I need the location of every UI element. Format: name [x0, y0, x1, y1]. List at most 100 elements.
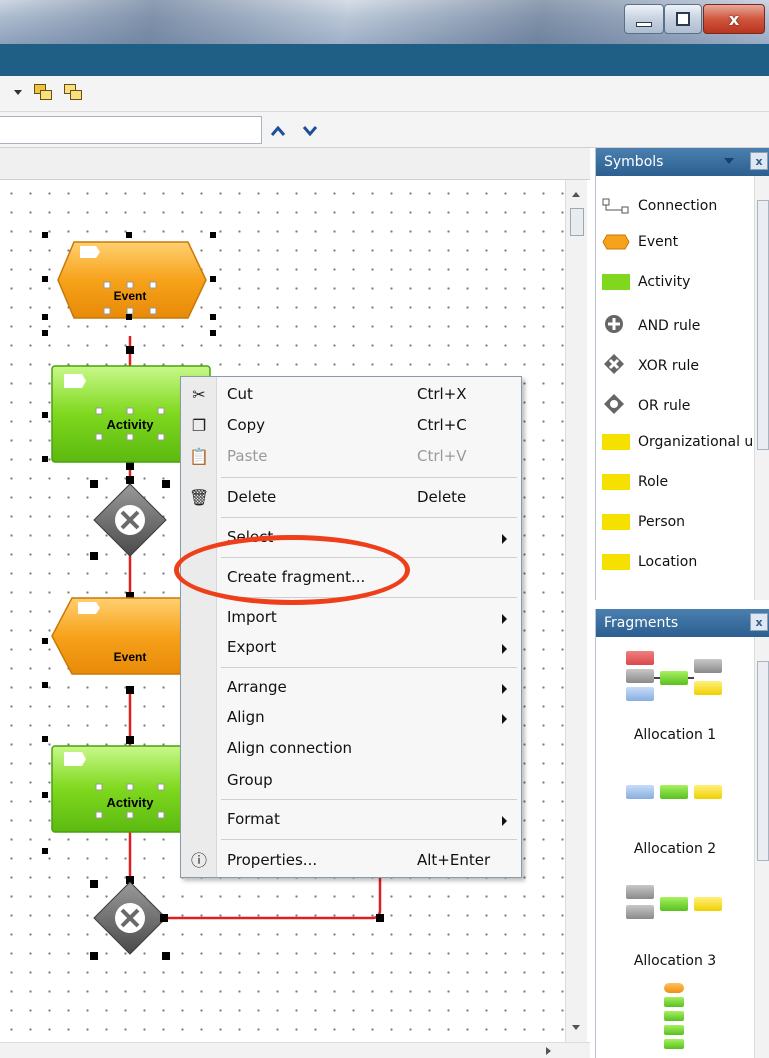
scroll-right-icon[interactable] — [546, 1047, 551, 1055]
symbol-item-activity[interactable]: Activity — [596, 264, 754, 300]
symbol-label: Location — [638, 554, 698, 570]
maximize-icon — [676, 12, 690, 26]
menu-item-label: Align — [227, 708, 265, 726]
symbol-label: OR rule — [638, 398, 691, 414]
symbol-label: Connection — [638, 198, 718, 214]
annotation-highlight-ellipse — [174, 535, 410, 605]
pane-title: Symbols — [604, 154, 664, 170]
menu-separator — [221, 799, 517, 800]
fragments-pane: Fragments x Allocation 1 Allocation 2 Al… — [595, 609, 769, 1058]
fragment-label: Allocation 1 — [633, 727, 717, 743]
canvas-vertical-scrollbar[interactable] — [565, 180, 587, 1042]
menu-item-group[interactable]: Group — [181, 766, 521, 796]
menu-item-label: Format — [227, 810, 280, 828]
menu-item-align[interactable]: Align — [181, 703, 521, 733]
pane-title: Fragments — [604, 615, 679, 631]
bring-to-front-icon[interactable] — [34, 84, 52, 100]
symbol-label: Event — [638, 234, 679, 250]
fragment-label: Allocation 3 — [633, 953, 717, 969]
fragment-item-allocation-2[interactable]: Allocation 2 — [596, 769, 754, 869]
symbol-item-person[interactable]: Person — [596, 504, 754, 540]
symbol-item-location[interactable]: Location — [596, 544, 754, 580]
person-icon — [602, 514, 630, 530]
fragments-scrollbar[interactable] — [754, 637, 769, 1058]
chevron-down-icon[interactable] — [302, 122, 318, 141]
menu-item-cut[interactable]: ✂ Cut Ctrl+X — [181, 380, 521, 410]
send-to-back-icon[interactable] — [64, 84, 82, 100]
canvas-horizontal-scrollbar[interactable] — [0, 1042, 590, 1058]
menu-item-shortcut: Delete — [417, 488, 467, 506]
menu-item-shortcut: Ctrl+C — [417, 416, 467, 434]
close-icon[interactable]: x — [750, 613, 768, 631]
close-icon: x — [728, 9, 740, 29]
activity-icon — [602, 274, 630, 290]
fragment-label: Allocation 2 — [633, 841, 717, 857]
menu-separator — [221, 517, 517, 518]
symbol-item-connection[interactable]: Connection — [596, 188, 754, 224]
submenu-arrow-icon — [502, 684, 507, 694]
connection-icon — [602, 198, 629, 214]
scroll-down-icon[interactable] — [572, 1025, 580, 1030]
menu-item-label: Delete — [227, 488, 277, 506]
menu-item-arrange[interactable]: Arrange — [181, 673, 521, 703]
maximize-button[interactable] — [664, 4, 702, 34]
fragment-item-allocation-3[interactable]: Allocation 3 — [596, 877, 754, 987]
pane-menu-icon[interactable] — [724, 158, 734, 164]
event-label: Event — [114, 650, 147, 664]
symbol-item-role[interactable]: Role — [596, 464, 754, 500]
event-icon — [602, 234, 630, 250]
scroll-up-icon[interactable] — [572, 192, 580, 197]
menu-item-format[interactable]: Format — [181, 805, 521, 835]
paste-icon: 📋 — [189, 447, 209, 466]
symbols-pane: Symbols x Connection Event Activity AND … — [595, 148, 769, 600]
fragments-pane-header: Fragments x — [596, 609, 769, 637]
menu-item-label: Properties... — [227, 851, 318, 869]
menu-item-paste[interactable]: 📋 Paste Ctrl+V — [181, 442, 521, 472]
menu-item-delete[interactable]: 🗑 Delete Delete — [181, 483, 521, 513]
submenu-arrow-icon — [502, 714, 507, 724]
minimize-button[interactable] — [624, 4, 664, 34]
menu-item-export[interactable]: Export — [181, 633, 521, 663]
search-input[interactable] — [0, 116, 262, 144]
chevron-up-icon[interactable] — [270, 122, 286, 141]
or-rule-icon — [604, 394, 624, 414]
search-toolbar — [0, 112, 769, 148]
symbols-scrollbar[interactable] — [754, 176, 769, 600]
ribbon-bar — [0, 44, 769, 76]
scroll-thumb[interactable] — [757, 200, 769, 450]
submenu-arrow-icon — [502, 816, 507, 826]
submenu-arrow-icon — [502, 534, 507, 544]
scroll-thumb[interactable] — [570, 208, 584, 236]
symbol-item-and-rule[interactable]: AND rule — [596, 308, 754, 344]
info-icon: ⓘ — [190, 851, 207, 870]
copy-icon: ❐ — [191, 416, 207, 435]
symbols-pane-header: Symbols x — [596, 148, 769, 176]
canvas-ruler — [0, 148, 590, 180]
fragment-item-allocation-1[interactable]: Allocation 1 — [596, 645, 754, 755]
xor-rule-icon — [604, 354, 624, 374]
menu-item-import[interactable]: Import — [181, 603, 521, 633]
trash-icon: 🗑 — [189, 488, 210, 507]
close-button[interactable]: x — [703, 4, 765, 34]
xor-gateway[interactable] — [90, 880, 170, 960]
symbol-item-organizational-unit[interactable]: Organizational ur — [596, 424, 759, 460]
context-menu: ✂ Cut Ctrl+X ❐ Copy Ctrl+C 📋 Paste Ctrl+… — [180, 376, 522, 878]
symbol-label: Organizational ur — [638, 434, 760, 450]
event-shape[interactable]: Event — [42, 232, 216, 336]
menu-item-align-connection[interactable]: Align connection — [181, 734, 521, 764]
xor-gateway[interactable] — [90, 480, 170, 560]
menu-item-shortcut: Ctrl+X — [417, 385, 467, 403]
dropdown-arrow-icon[interactable] — [14, 90, 22, 95]
menu-item-copy[interactable]: ❐ Copy Ctrl+C — [181, 411, 521, 441]
and-rule-icon — [605, 315, 623, 333]
fragment-item-preview-4[interactable] — [596, 979, 754, 1058]
menu-item-label: Import — [227, 608, 277, 626]
menu-item-properties[interactable]: ⓘ Properties... Alt+Enter — [181, 846, 521, 876]
menu-item-label: Cut — [227, 385, 253, 403]
event-label: Event — [114, 289, 147, 303]
scroll-thumb[interactable] — [757, 661, 769, 861]
symbol-item-or-rule[interactable]: OR rule — [596, 388, 754, 424]
close-icon[interactable]: x — [750, 152, 768, 170]
symbol-item-xor-rule[interactable]: XOR rule — [596, 348, 754, 384]
symbol-item-event[interactable]: Event — [596, 224, 754, 260]
